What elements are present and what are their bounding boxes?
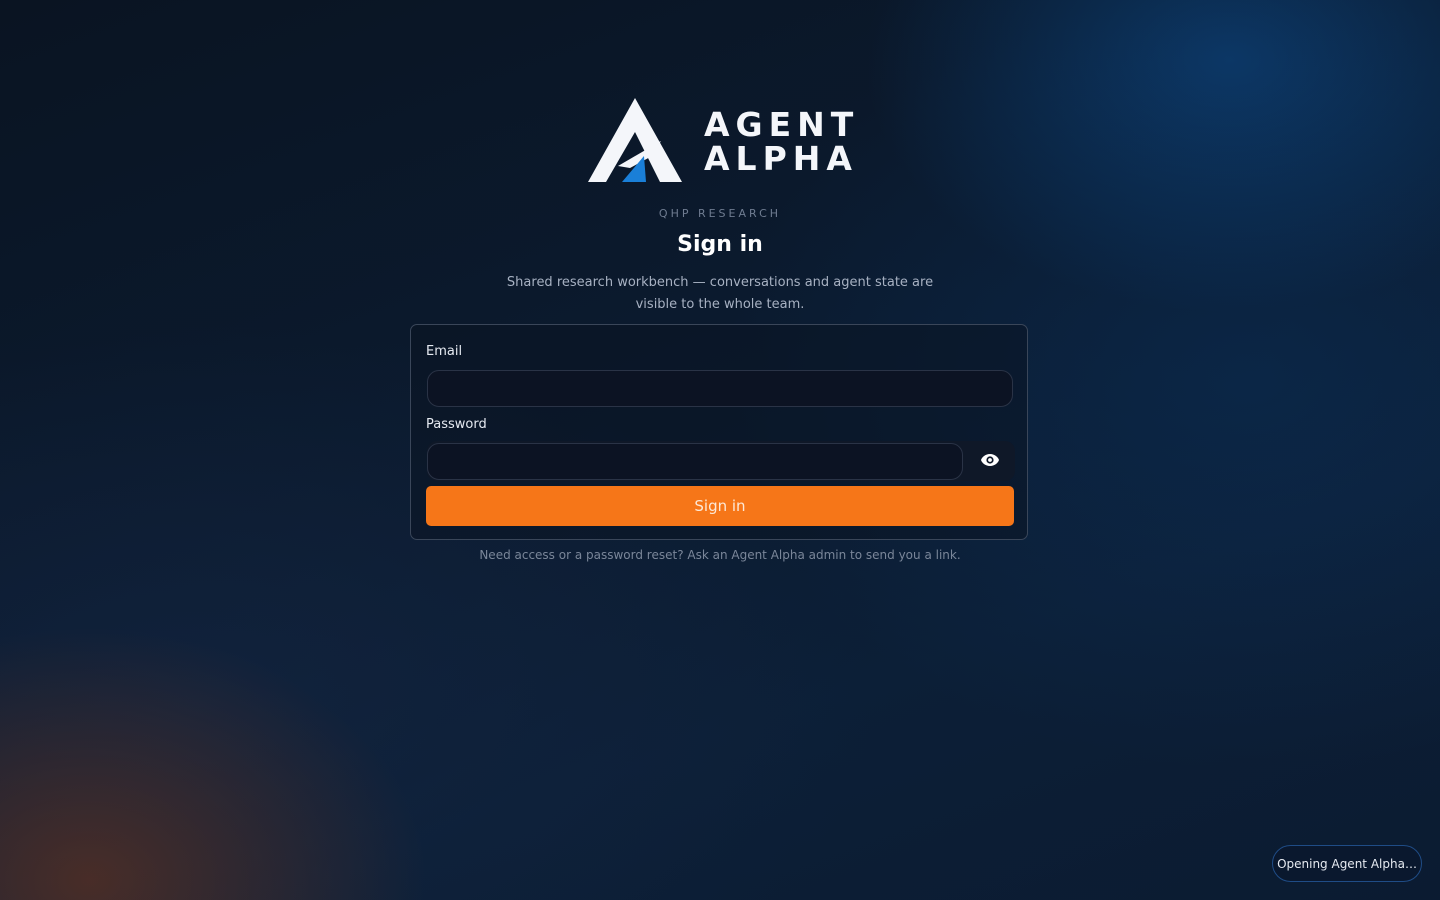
org-label: QHP RESEARCH — [658, 207, 782, 220]
logo-line-agent: AGENT — [704, 105, 860, 144]
page-title: Sign in — [677, 232, 763, 257]
email-field[interactable] — [427, 370, 1013, 407]
eye-icon — [980, 452, 1000, 471]
status-toast: Opening Agent Alpha… — [1272, 845, 1422, 882]
logo-line-alpha: ALPHA — [704, 139, 858, 178]
logo-wordmark: AGENT ALPHA — [704, 108, 859, 176]
sign-in-card: Email Password Sign in — [410, 324, 1028, 540]
password-label: Password — [426, 417, 487, 432]
sign-in-button[interactable]: Sign in — [426, 486, 1014, 526]
logo-mark-icon — [586, 96, 684, 184]
page-subtitle: Shared research workbench — conversation… — [506, 275, 934, 312]
brand-logo: AGENT ALPHA — [586, 96, 856, 184]
help-text: Need access or a password reset? Ask an … — [479, 548, 961, 562]
password-field-group — [427, 441, 1015, 481]
password-field[interactable] — [427, 443, 963, 480]
toast-message: Opening Agent Alpha… — [1277, 856, 1417, 871]
login-page: AGENT ALPHA QHP RESEARCH Sign in Shared … — [0, 0, 1440, 900]
email-label: Email — [426, 344, 463, 359]
show-password-toggle[interactable] — [965, 441, 1015, 481]
